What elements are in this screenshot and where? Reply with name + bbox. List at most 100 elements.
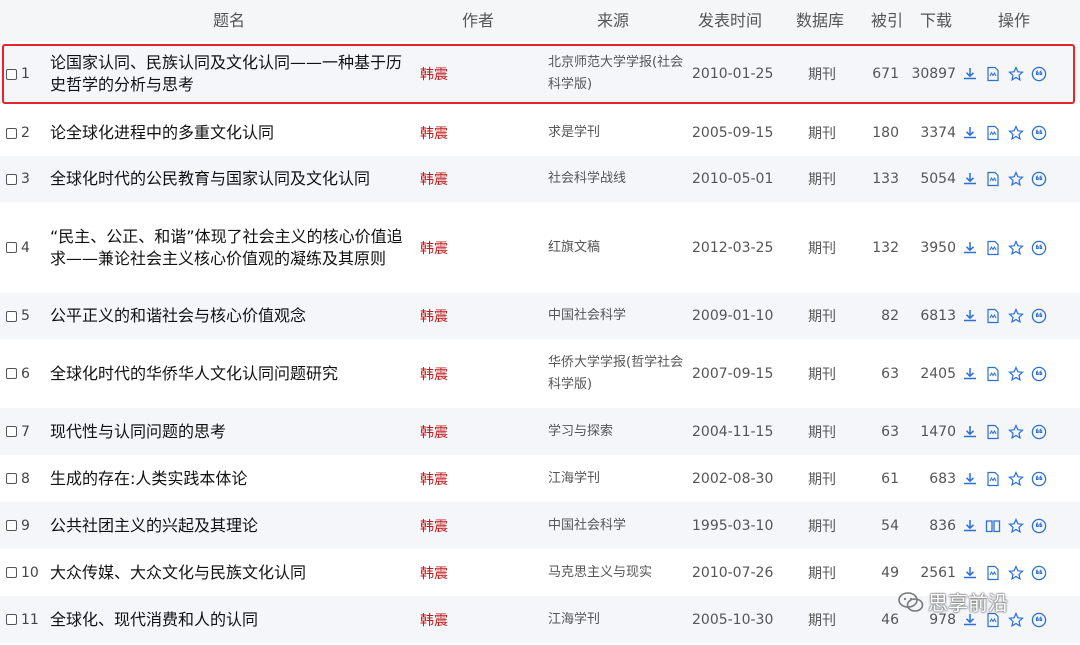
row-checkbox[interactable] (6, 567, 17, 578)
cite-quote-icon[interactable] (1031, 171, 1047, 187)
download-icon[interactable] (962, 125, 978, 141)
row-author[interactable]: 韩震 (420, 202, 448, 293)
cite-quote-icon[interactable] (1031, 240, 1047, 256)
row-title[interactable]: 生成的存在:人类实践本体论 (50, 455, 410, 502)
row-title-link[interactable]: 公平正义的和谐社会与核心价值观念 (50, 305, 306, 327)
table-row[interactable]: 9 公共社团主义的兴起及其理论 韩震 中国社会科学 1995-03-10 期刊 54 836 (0, 502, 1080, 549)
book-read-icon[interactable] (985, 518, 1001, 534)
row-source[interactable]: 江海学刊 (548, 596, 688, 643)
favorite-star-icon[interactable] (1008, 423, 1024, 440)
row-author[interactable]: 韩震 (420, 110, 448, 156)
row-title-link[interactable]: 全球化、现代消费和人的认同 (50, 609, 258, 631)
row-cited[interactable]: 180 (866, 110, 899, 156)
row-author[interactable]: 韩震 (420, 596, 448, 643)
row-checkbox[interactable] (6, 127, 17, 139)
table-row[interactable]: 2 论全球化进程中的多重文化认同 韩震 求是学刊 2005-09-15 期刊 180 3374 (0, 110, 1080, 156)
row-source[interactable]: 学习与探索 (548, 408, 688, 455)
html-read-icon[interactable] (985, 308, 1001, 324)
row-cited[interactable]: 49 (866, 549, 899, 596)
download-icon[interactable] (962, 424, 978, 440)
row-title-link[interactable]: 论全球化进程中的多重文化认同 (50, 122, 274, 144)
cite-quote-icon[interactable] (1031, 612, 1047, 628)
row-source-link[interactable]: 红旗文稿 (548, 237, 600, 259)
row-title-link[interactable]: “民主、公正、和谐”体现了社会主义的核心价值追求——兼论社会主义核心价值观的凝练… (50, 226, 410, 270)
row-title[interactable]: 全球化时代的公民教育与国家认同及文化认同 (50, 156, 410, 202)
download-icon[interactable] (962, 518, 978, 534)
row-title[interactable]: 公平正义的和谐社会与核心价值观念 (50, 293, 410, 339)
table-row[interactable]: 8 生成的存在:人类实践本体论 韩震 江海学刊 2002-08-30 期刊 61 683 (0, 455, 1080, 502)
table-row[interactable]: 7 现代性与认同问题的思考 韩震 学习与探索 2004-11-15 期刊 63 1470 (0, 408, 1080, 455)
row-title-link[interactable]: 现代性与认同问题的思考 (50, 421, 226, 443)
favorite-star-icon[interactable] (1008, 611, 1024, 628)
cite-quote-icon[interactable] (1031, 424, 1047, 440)
html-read-icon[interactable] (985, 471, 1001, 487)
row-author[interactable]: 韩震 (420, 455, 448, 502)
row-title-link[interactable]: 全球化时代的华侨华人文化认同问题研究 (50, 363, 338, 385)
row-title-link[interactable]: 大众传媒、大众文化与民族文化认同 (50, 562, 306, 584)
row-source-link[interactable]: 江海学刊 (548, 468, 600, 490)
row-source-link[interactable]: 江海学刊 (548, 609, 600, 631)
row-source-link[interactable]: 社会科学战线 (548, 168, 626, 190)
row-source[interactable]: 华侨大学学报(哲学社会科学版) (548, 339, 688, 408)
row-author[interactable]: 韩震 (420, 293, 448, 339)
row-source[interactable]: 江海学刊 (548, 455, 688, 502)
row-author[interactable]: 韩震 (420, 408, 448, 455)
row-title[interactable]: 论全球化进程中的多重文化认同 (50, 110, 410, 156)
favorite-star-icon[interactable] (1008, 171, 1024, 187)
cite-quote-icon[interactable] (1031, 366, 1047, 382)
row-source-link[interactable]: 学习与探索 (548, 421, 613, 443)
html-read-icon[interactable] (985, 171, 1001, 187)
row-title[interactable]: 公共社团主义的兴起及其理论 (50, 502, 410, 549)
table-row[interactable]: 4 “民主、公正、和谐”体现了社会主义的核心价值追求——兼论社会主义核心价值观的凝… (0, 202, 1080, 293)
row-title[interactable]: 全球化、现代消费和人的认同 (50, 596, 410, 643)
html-read-icon[interactable] (985, 240, 1001, 256)
html-read-icon[interactable] (985, 565, 1001, 581)
row-cited[interactable]: 61 (866, 455, 899, 502)
row-source-link[interactable]: 中国社会科学 (548, 305, 626, 327)
table-row[interactable]: 5 公平正义的和谐社会与核心价值观念 韩震 中国社会科学 2009-01-10 期刊 82 6… (0, 293, 1080, 339)
favorite-star-icon[interactable] (1008, 125, 1024, 141)
cite-quote-icon[interactable] (1031, 308, 1047, 324)
download-icon[interactable] (962, 366, 978, 382)
row-source[interactable]: 求是学刊 (548, 110, 688, 156)
download-icon[interactable] (962, 171, 978, 187)
row-title[interactable]: “民主、公正、和谐”体现了社会主义的核心价值追求——兼论社会主义核心价值观的凝练… (50, 202, 410, 293)
favorite-star-icon[interactable] (1008, 517, 1024, 534)
row-title[interactable]: 大众传媒、大众文化与民族文化认同 (50, 549, 410, 596)
download-icon[interactable] (962, 565, 978, 581)
row-author[interactable]: 韩震 (420, 549, 448, 596)
cite-quote-icon[interactable] (1031, 125, 1047, 141)
favorite-star-icon[interactable] (1008, 564, 1024, 581)
html-read-icon[interactable] (985, 125, 1001, 141)
row-cited[interactable]: 63 (866, 339, 899, 408)
row-title-link[interactable]: 生成的存在:人类实践本体论 (50, 468, 247, 490)
table-row[interactable]: 3 全球化时代的公民教育与国家认同及文化认同 韩震 社会科学战线 2010-05-01 期… (0, 156, 1080, 202)
row-checkbox[interactable] (6, 614, 17, 625)
html-read-icon[interactable] (985, 366, 1001, 382)
cite-quote-icon[interactable] (1031, 471, 1047, 487)
html-read-icon[interactable] (985, 424, 1001, 440)
table-row[interactable]: 6 全球化时代的华侨华人文化认同问题研究 韩震 华侨大学学报(哲学社会科学版) 2007… (0, 339, 1080, 408)
cite-quote-icon[interactable] (1031, 518, 1047, 534)
row-checkbox[interactable] (6, 173, 17, 185)
row-cited[interactable]: 46 (866, 596, 899, 643)
favorite-star-icon[interactable] (1008, 239, 1024, 256)
row-checkbox[interactable] (6, 520, 17, 531)
download-icon[interactable] (962, 240, 978, 256)
row-checkbox[interactable] (6, 310, 17, 322)
row-source-link[interactable]: 中国社会科学 (548, 515, 626, 537)
row-title[interactable]: 现代性与认同问题的思考 (50, 408, 410, 455)
row-checkbox[interactable] (6, 242, 17, 253)
row-title[interactable]: 全球化时代的华侨华人文化认同问题研究 (50, 339, 410, 408)
row-cited[interactable]: 63 (866, 408, 899, 455)
favorite-star-icon[interactable] (1008, 365, 1024, 382)
row-title-link[interactable]: 公共社团主义的兴起及其理论 (50, 515, 258, 537)
cite-quote-icon[interactable] (1031, 565, 1047, 581)
row-source-link[interactable]: 马克思主义与现实 (548, 562, 652, 584)
row-author[interactable]: 韩震 (420, 339, 448, 408)
row-cited[interactable]: 133 (866, 156, 899, 202)
row-title-link[interactable]: 全球化时代的公民教育与国家认同及文化认同 (50, 168, 370, 190)
row-source[interactable]: 马克思主义与现实 (548, 549, 688, 596)
row-source[interactable]: 红旗文稿 (548, 202, 688, 293)
row-author[interactable]: 韩震 (420, 156, 448, 202)
